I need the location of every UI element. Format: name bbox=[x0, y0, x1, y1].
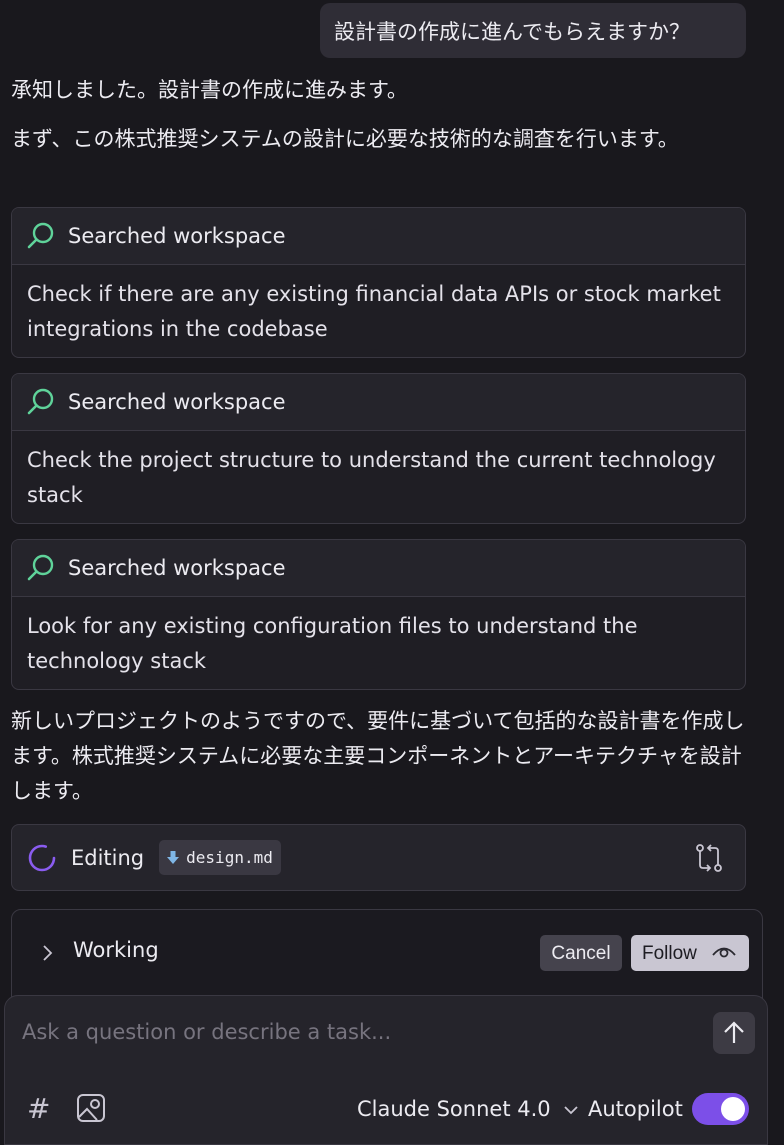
follow-button[interactable]: Follow bbox=[631, 935, 749, 971]
working-row[interactable]: Working Cancel Follow bbox=[12, 935, 762, 973]
user-message-bubble: 設計書の作成に進んでもらえますか？ bbox=[320, 3, 746, 58]
search-card-2[interactable]: Searched workspace Check the project str… bbox=[11, 373, 746, 524]
eye-icon bbox=[712, 947, 736, 958]
context-hash-button[interactable]: # bbox=[27, 1092, 50, 1125]
cancel-button[interactable]: Cancel bbox=[540, 935, 622, 971]
search-card-title: Searched workspace bbox=[68, 556, 286, 580]
working-label: Working bbox=[73, 938, 159, 962]
autopilot-toggle[interactable] bbox=[692, 1093, 749, 1125]
search-card-header[interactable]: Searched workspace bbox=[12, 208, 745, 265]
prompt-composer: # Claude Sonnet 4.0 Autopilot bbox=[4, 995, 768, 1145]
prompt-input[interactable] bbox=[20, 1016, 704, 1048]
download-arrow-icon bbox=[167, 850, 180, 864]
model-selector[interactable]: Claude Sonnet 4.0 bbox=[357, 1097, 579, 1121]
search-card-header[interactable]: Searched workspace bbox=[12, 374, 745, 431]
search-icon bbox=[27, 554, 54, 581]
search-card-3[interactable]: Searched workspace Look for any existing… bbox=[11, 539, 746, 690]
file-name: design.md bbox=[186, 848, 273, 867]
toggle-knob bbox=[721, 1097, 745, 1121]
model-name: Claude Sonnet 4.0 bbox=[357, 1097, 551, 1121]
search-card-title: Searched workspace bbox=[68, 224, 286, 248]
follow-button-label: Follow bbox=[642, 943, 697, 964]
editing-label: Editing bbox=[71, 845, 145, 870]
chevron-right-icon[interactable] bbox=[40, 943, 54, 963]
editing-card[interactable]: Editing design.md bbox=[11, 824, 746, 891]
user-message-text: 設計書の作成に進んでもらえますか？ bbox=[334, 20, 690, 44]
search-card-1[interactable]: Searched workspace Check if there are an… bbox=[11, 207, 746, 358]
chevron-down-icon bbox=[564, 1106, 578, 1115]
assistant-paragraph-3: 新しいプロジェクトのようですので、要件に基づいて包括的な設計書を作成します。株式… bbox=[11, 709, 745, 803]
assistant-paragraph-1: 承知しました。設計書の作成に進みます。 bbox=[11, 78, 408, 102]
search-icon bbox=[27, 388, 54, 415]
autopilot-label: Autopilot bbox=[588, 1097, 683, 1121]
arrow-up-icon bbox=[724, 1021, 744, 1043]
search-card-description: Check the project structure to understan… bbox=[27, 448, 716, 507]
assistant-paragraph-2: まず、この株式推奨システムの設計に必要な技術的な調査を行います。 bbox=[11, 127, 679, 151]
send-button[interactable] bbox=[713, 1012, 755, 1054]
search-card-description: Check if there are any existing financia… bbox=[27, 282, 721, 341]
spinner-icon bbox=[28, 844, 56, 871]
file-chip[interactable]: design.md bbox=[159, 840, 281, 875]
search-icon bbox=[27, 222, 54, 249]
search-card-title: Searched workspace bbox=[68, 390, 286, 414]
search-card-header[interactable]: Searched workspace bbox=[12, 540, 745, 597]
compare-changes-icon[interactable] bbox=[694, 843, 724, 873]
search-card-description: Look for any existing configuration file… bbox=[27, 614, 638, 673]
image-attach-icon[interactable] bbox=[76, 1093, 106, 1123]
